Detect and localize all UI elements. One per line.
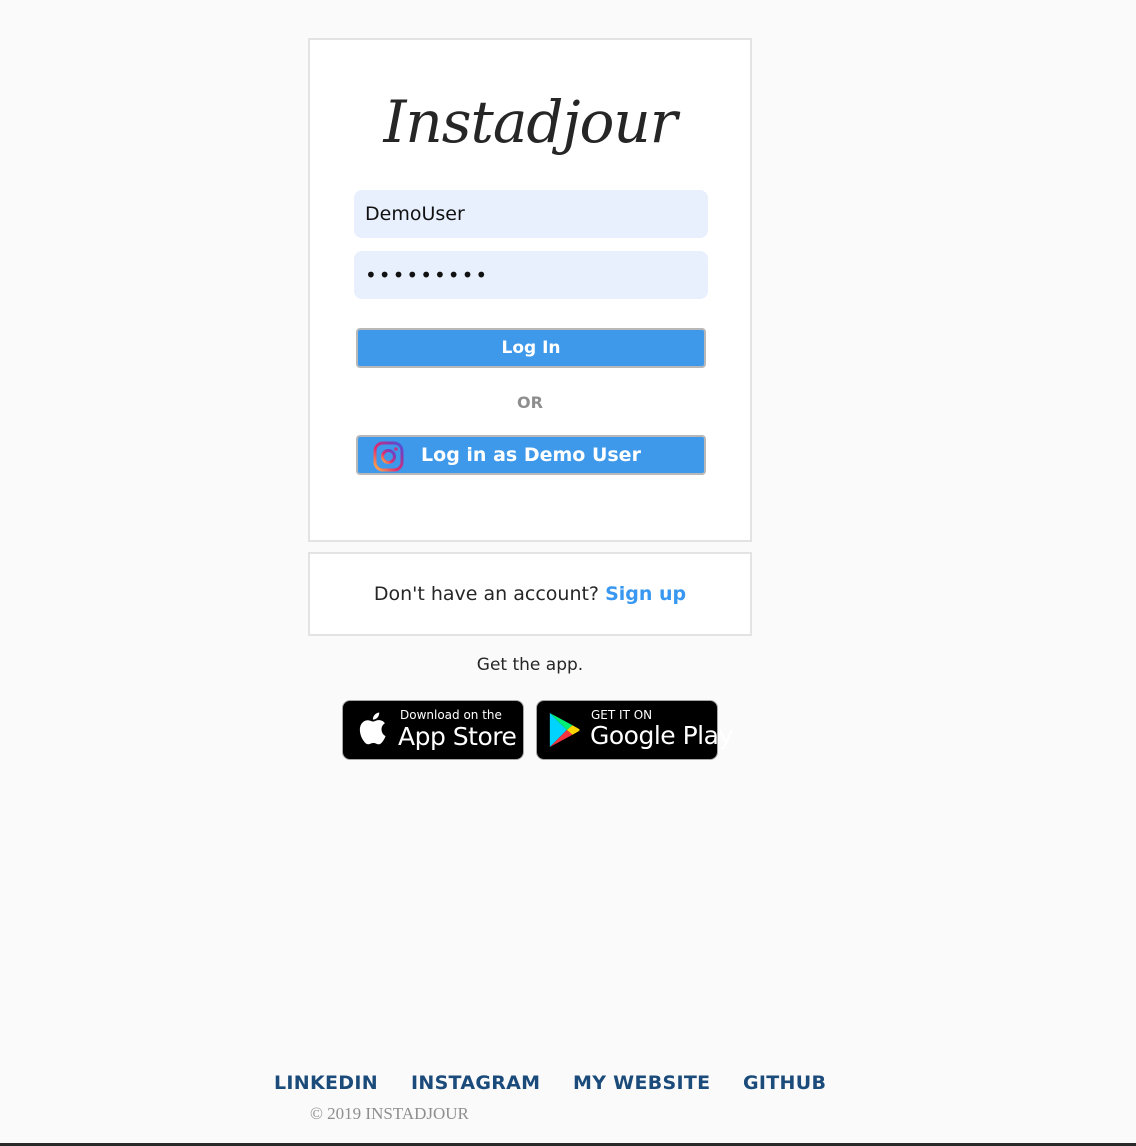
google-play-small-text: GET IT ON <box>591 708 653 722</box>
google-play-badge[interactable]: GET IT ON Google Play <box>536 700 733 760</box>
signup-card: Don't have an account? Sign up <box>308 552 752 636</box>
get-app-text: Get the app. <box>476 655 584 675</box>
footer-link-instagram[interactable]: INSTAGRAM <box>411 1072 540 1094</box>
password-input[interactable] <box>354 251 708 299</box>
or-divider: OR <box>517 393 543 412</box>
google-play-big-text: Google Play <box>590 721 733 750</box>
copyright: © 2019 INSTADJOUR <box>310 1104 469 1123</box>
google-play-icon <box>549 713 580 747</box>
demo-login-label: Log in as Demo User <box>421 444 641 466</box>
app-store-big-text: App Store <box>398 722 517 751</box>
signup-prompt: Don't have an account? <box>373 583 600 605</box>
footer-link-my-website[interactable]: MY WEBSITE <box>573 1072 710 1094</box>
signup-link[interactable]: Sign up <box>605 583 686 605</box>
username-input[interactable] <box>354 190 708 238</box>
instagram-icon <box>373 441 404 472</box>
apple-icon <box>359 712 386 745</box>
footer-link-linkedin[interactable]: LINKEDIN <box>274 1072 378 1094</box>
footer-link-github[interactable]: GITHUB <box>743 1072 826 1094</box>
login-card: Instadjour Log In OR Log in as Demo User <box>308 38 752 542</box>
brand-logo: Instadjour <box>383 88 677 156</box>
app-store-small-text: Download on the <box>400 708 502 722</box>
demo-login-button[interactable]: Log in as Demo User <box>356 435 706 475</box>
app-store-badge[interactable]: Download on the App Store <box>342 700 524 760</box>
login-button[interactable]: Log In <box>356 328 706 368</box>
